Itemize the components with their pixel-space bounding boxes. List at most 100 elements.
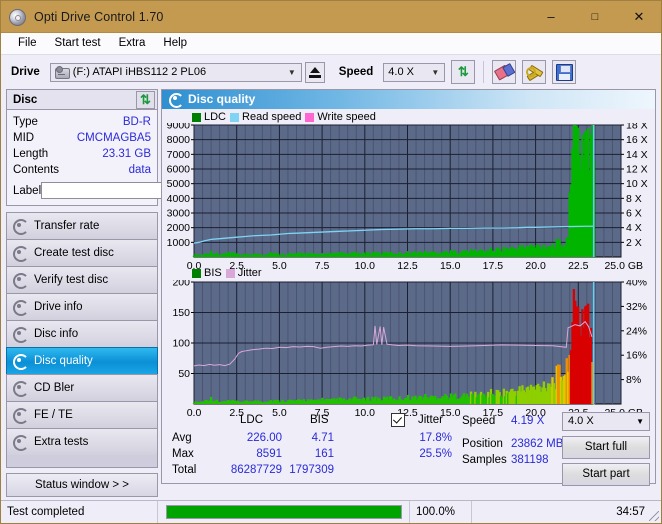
toolbar: Drive (F:) ATAPI iHBS112 2 PL06 ▼ Speed …	[1, 55, 661, 89]
svg-text:200: 200	[172, 280, 190, 289]
svg-text:40%: 40%	[626, 280, 647, 289]
resize-grip-icon[interactable]	[649, 511, 659, 521]
sidebar-item-fe-te[interactable]: FE / TE	[6, 401, 158, 428]
svg-text:9000: 9000	[167, 123, 191, 132]
eject-button[interactable]	[304, 61, 325, 83]
right-column: Disc quality LDC Read speed Write speed …	[161, 89, 656, 486]
disc-icon	[168, 92, 184, 108]
sidebar-item-verify-test-disc[interactable]: Verify test disc	[6, 266, 158, 293]
save-button[interactable]	[552, 60, 577, 84]
menu-item-start-test[interactable]: Start test	[46, 35, 110, 52]
disc-label-type: Type	[13, 116, 38, 128]
stats-samples-label: Samples	[462, 453, 507, 466]
menu-item-help[interactable]: Help	[154, 35, 196, 52]
legend-swatch-read-speed	[230, 112, 240, 122]
chevron-down-icon: ▼	[636, 416, 644, 426]
start-part-button[interactable]: Start part	[562, 462, 650, 486]
window-title: Opti Drive Control 1.70	[34, 9, 164, 24]
legend-label-write-speed: Write speed	[317, 111, 376, 124]
refresh-icon: ⇅	[140, 91, 151, 107]
menu-bar: File Start test Extra Help	[1, 33, 661, 55]
sidebar-item-disc-info[interactable]: Disc info	[6, 320, 158, 347]
sidebar-item-create-test-disc[interactable]: Create test disc	[6, 239, 158, 266]
chart-bis-legend: BIS Jitter	[192, 267, 262, 280]
legend-label-ldc: LDC	[204, 111, 227, 124]
disc-refresh-button[interactable]: ⇅	[136, 90, 155, 109]
disc-value-contents: data	[128, 164, 151, 176]
disc-icon	[12, 381, 29, 397]
stats-speed-label: Speed	[462, 414, 496, 427]
chart-bis-jitter: BIS Jitter 50 100 150 200 8% 16% 24% 32% 40% 0.0 2…	[162, 267, 655, 419]
close-button[interactable]: ✕	[617, 1, 661, 32]
left-column: Disc ⇅ Type BD-R MID CMCMAGBA5 Length 23…	[1, 89, 246, 497]
svg-text:6 X: 6 X	[626, 207, 642, 219]
main-body: Disc ⇅ Type BD-R MID CMCMAGBA5 Length 23…	[1, 89, 661, 497]
stats-samples-value: 381198	[511, 453, 549, 466]
menu-item-file[interactable]: File	[9, 35, 46, 52]
maximize-button[interactable]: □	[573, 1, 617, 32]
minimize-button[interactable]: –	[529, 1, 573, 32]
sidebar-label: Disc quality	[34, 355, 93, 367]
stats-position-label: Position	[462, 437, 503, 450]
sidebar-item-drive-info[interactable]: Drive info	[6, 293, 158, 320]
stats-row-label-max: Max	[172, 447, 194, 460]
stats-avg-ldc: 226.00	[246, 431, 282, 444]
svg-text:7000: 7000	[167, 148, 191, 160]
svg-text:24%: 24%	[626, 325, 647, 337]
refresh-button[interactable]: ⇅	[451, 60, 476, 84]
stats-panel: LDC BIS Jitter Avg 226.00 4.71 17.8% Max…	[162, 411, 655, 486]
sidebar-item-extra-tests[interactable]: Extra tests	[6, 428, 158, 455]
disc-label-caption: Label	[13, 184, 42, 197]
chart-ldc-speed-canvas: 1000 2000 3000 4000 5000 6000 7000 8000 9000 2 X 4…	[167, 123, 648, 272]
chart-bis-jitter-canvas: 501001502008%16%24%32%40%0.0 2.5 5.0 7.5 10.…	[172, 280, 647, 419]
svg-text:2000: 2000	[167, 222, 191, 234]
section-header: Disc quality	[162, 90, 655, 109]
disc-icon	[12, 408, 29, 424]
sidebar-label: Extra tests	[34, 436, 89, 448]
svg-text:16%: 16%	[626, 349, 647, 361]
sidebar-label: Create test disc	[34, 247, 114, 259]
chevron-down-icon: ▼	[431, 67, 440, 77]
tools-button[interactable]	[522, 60, 547, 84]
svg-text:32%: 32%	[626, 300, 647, 312]
svg-text:5000: 5000	[167, 178, 191, 190]
erase-button[interactable]	[492, 60, 517, 84]
speed-select-value: 4.0 X	[388, 66, 414, 78]
svg-text:16 X: 16 X	[626, 134, 648, 146]
svg-text:6000: 6000	[167, 163, 191, 175]
svg-text:3000: 3000	[167, 207, 191, 219]
stats-speed-value: 4.19 X	[511, 414, 545, 427]
jitter-checkbox[interactable]	[391, 412, 405, 428]
sidebar-item-cd-bler[interactable]: CD Bler	[6, 374, 158, 401]
svg-text:8%: 8%	[626, 374, 641, 386]
save-icon	[555, 63, 573, 81]
legend-swatch-jitter	[225, 268, 235, 278]
svg-text:18 X: 18 X	[626, 123, 648, 132]
svg-text:1000: 1000	[167, 236, 191, 248]
svg-text:50: 50	[178, 368, 190, 380]
svg-text:4000: 4000	[167, 192, 191, 204]
menu-item-extra[interactable]: Extra	[110, 35, 155, 52]
refresh-icon: ⇅	[457, 64, 469, 79]
test-speed-select[interactable]: 4.0 X ▼	[562, 411, 650, 431]
chart-ldc-speed: LDC Read speed Write speed 1000 2000 3000 4…	[162, 109, 655, 272]
legend-label-read-speed: Read speed	[242, 111, 302, 124]
disc-row-mid: MID CMCMAGBA5	[13, 130, 151, 146]
section-title: Disc quality	[188, 92, 256, 107]
legend-label-bis: BIS	[204, 267, 222, 280]
legend-swatch-write-speed	[305, 112, 315, 122]
sidebar-item-disc-quality[interactable]: Disc quality	[6, 347, 158, 374]
drive-select-value: (F:) ATAPI iHBS112 2 PL06	[72, 66, 207, 78]
disc-icon	[12, 354, 29, 370]
sidebar-item-transfer-rate[interactable]: Transfer rate	[6, 212, 158, 239]
stats-max-ldc: 8591	[256, 447, 282, 460]
stats-header-jitter: Jitter	[418, 413, 443, 426]
drive-select[interactable]: (F:) ATAPI iHBS112 2 PL06 ▼	[49, 62, 302, 82]
toolbar-separator	[483, 61, 485, 83]
sidebar-label: Transfer rate	[34, 220, 100, 232]
speed-select[interactable]: 4.0 X ▼	[383, 62, 446, 82]
disc-icon	[12, 435, 29, 451]
disc-panel-header: Disc ⇅	[7, 90, 157, 110]
start-full-button[interactable]: Start full	[562, 435, 650, 459]
status-window-button[interactable]: Status window > >	[6, 473, 158, 497]
